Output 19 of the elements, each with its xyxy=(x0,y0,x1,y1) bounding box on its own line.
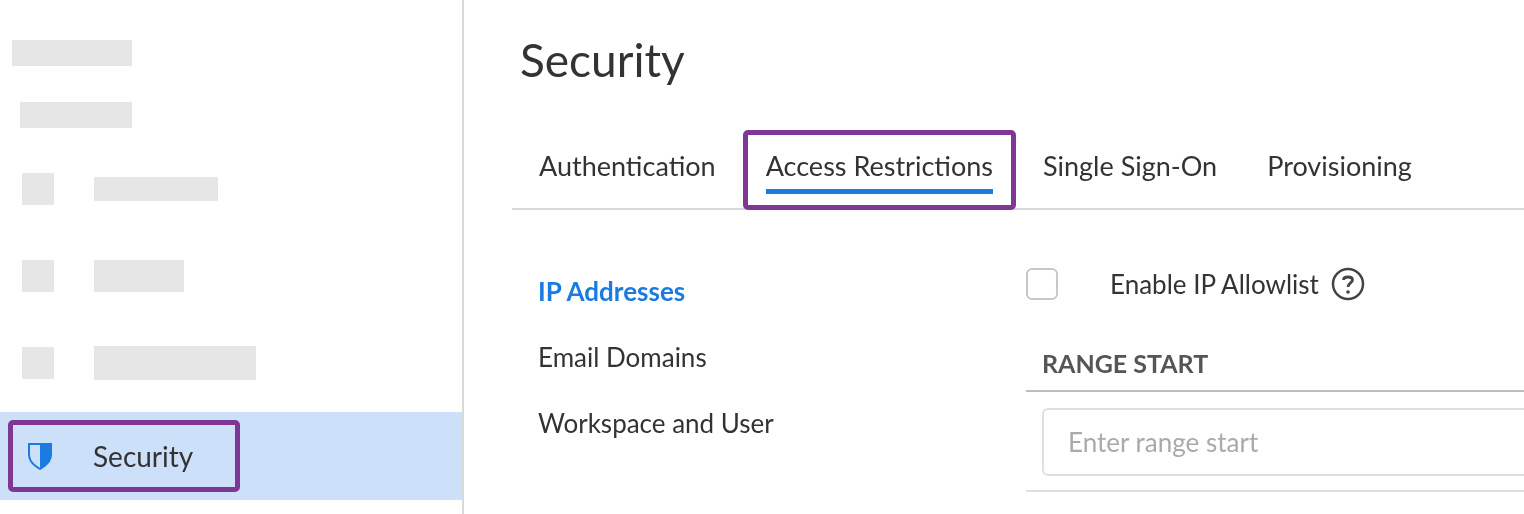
sidebar-item[interactable]: Security xyxy=(0,412,462,500)
sidebar-item-label: Security xyxy=(93,438,194,475)
column-heading: RANGE START xyxy=(1042,347,1209,381)
checkbox-label: Enable IP Allowlist xyxy=(1110,266,1319,302)
subnav-link[interactable]: Workspace and User xyxy=(538,404,1026,442)
tab[interactable]: Authentication xyxy=(516,130,739,210)
subnav-link[interactable]: Email Domains xyxy=(538,338,1026,376)
page-title: Security xyxy=(520,31,686,89)
range-start-field[interactable]: Enter range start xyxy=(1042,408,1524,476)
subnav-link[interactable]: IP Addresses xyxy=(538,272,1026,310)
placeholder-icon xyxy=(22,347,54,379)
shield-icon xyxy=(27,442,53,470)
checkbox[interactable] xyxy=(1026,268,1058,300)
placeholder-icon xyxy=(22,173,54,205)
tab[interactable]: Single Sign-On xyxy=(1020,130,1241,210)
help-icon xyxy=(1330,267,1365,301)
tab[interactable]: Access Restrictions xyxy=(742,130,1016,210)
placeholder-icon xyxy=(22,260,54,292)
tab[interactable]: Provisioning xyxy=(1244,130,1435,210)
